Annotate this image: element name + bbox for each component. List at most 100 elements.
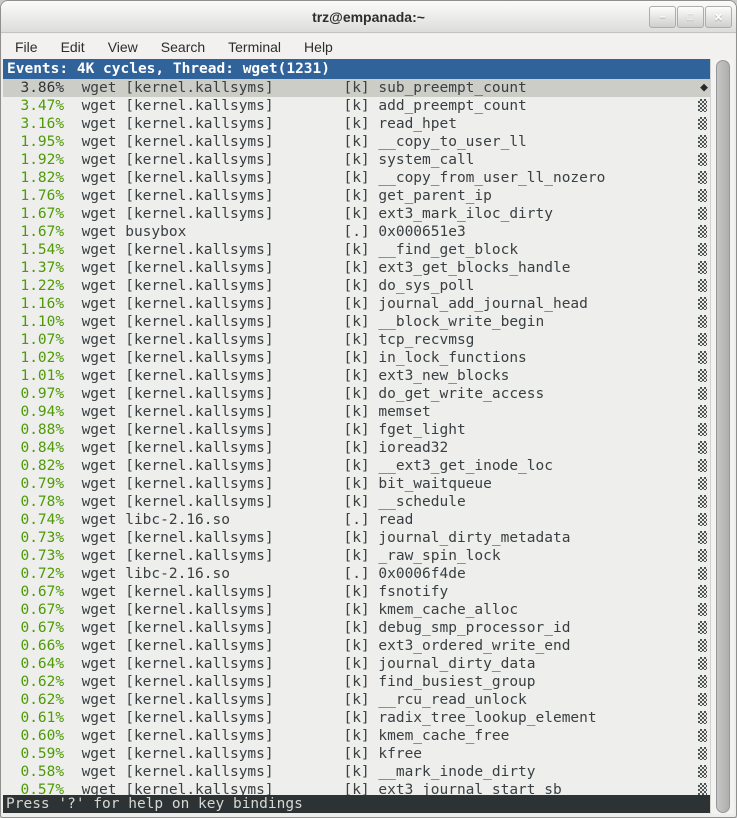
scrollbar-dither-icon (698, 621, 707, 634)
row-text: wget [kernel.kallsyms] [k] __ext3_get_in… (64, 458, 553, 474)
perf-row[interactable]: 0.58% wget [kernel.kallsyms] [k] __mark_… (3, 763, 710, 781)
overhead-percent: 0.59% (3, 746, 64, 762)
perf-row[interactable]: 1.54% wget [kernel.kallsyms] [k] __find_… (3, 241, 710, 259)
position-diamond-icon: ◆ (700, 79, 708, 97)
perf-row[interactable]: 0.60% wget [kernel.kallsyms] [k] kmem_ca… (3, 727, 710, 745)
scrollbar-dither-icon (698, 135, 707, 148)
scrollbar-dither-icon (698, 585, 707, 598)
menu-item-file[interactable]: File (6, 36, 47, 58)
scrollbar-dither-icon (698, 243, 707, 256)
scrollbar-thumb[interactable] (716, 60, 730, 813)
row-text: wget [kernel.kallsyms] [k] __schedule (64, 494, 466, 510)
perf-row[interactable]: 0.62% wget [kernel.kallsyms] [k] find_bu… (3, 673, 710, 691)
scrollbar-dither-icon (698, 405, 707, 418)
perf-row[interactable]: 1.02% wget [kernel.kallsyms] [k] in_lock… (3, 349, 710, 367)
scrollbar-dither-icon (698, 153, 707, 166)
perf-row[interactable]: 1.16% wget [kernel.kallsyms] [k] journal… (3, 295, 710, 313)
overhead-percent: 1.67% (3, 224, 64, 240)
menu-item-edit[interactable]: Edit (52, 36, 94, 58)
scrollbar-dither-icon (698, 711, 707, 724)
overhead-percent: 1.37% (3, 260, 64, 276)
perf-row[interactable]: 0.67% wget [kernel.kallsyms] [k] kmem_ca… (3, 601, 710, 619)
scrollbar-dither-icon (698, 693, 707, 706)
scrollbar-dither-icon (698, 441, 707, 454)
perf-row[interactable]: 1.67% wget busybox [.] 0x000651e3 (3, 223, 710, 241)
row-text: wget [kernel.kallsyms] [k] add_preempt_c… (64, 98, 527, 114)
perf-row[interactable]: 1.07% wget [kernel.kallsyms] [k] tcp_rec… (3, 331, 710, 349)
scrollbar-dither-icon (698, 333, 707, 346)
menu-item-search[interactable]: Search (152, 36, 214, 58)
overhead-percent: 0.79% (3, 476, 64, 492)
maximize-button[interactable]: □ (677, 6, 704, 28)
menu-item-help[interactable]: Help (295, 36, 342, 58)
perf-row[interactable]: 3.86% wget [kernel.kallsyms] [k] sub_pre… (3, 79, 710, 97)
perf-row[interactable]: 1.37% wget [kernel.kallsyms] [k] ext3_ge… (3, 259, 710, 277)
perf-row[interactable]: 1.82% wget [kernel.kallsyms] [k] __copy_… (3, 169, 710, 187)
scrollbar-dither-icon (698, 513, 707, 526)
perf-row[interactable]: 1.10% wget [kernel.kallsyms] [k] __block… (3, 313, 710, 331)
overhead-percent: 0.62% (3, 674, 64, 690)
scrollbar-dither-icon (698, 495, 707, 508)
perf-row[interactable]: 0.73% wget [kernel.kallsyms] [k] _raw_sp… (3, 547, 710, 565)
terminal-content[interactable]: Events: 4K cycles, Thread: wget(1231) 3.… (3, 59, 710, 814)
row-text: wget [kernel.kallsyms] [k] in_lock_funct… (64, 350, 527, 366)
scrollbar-dither-icon (698, 477, 707, 490)
scrollbar-track[interactable] (710, 59, 734, 814)
perf-row[interactable]: 0.88% wget [kernel.kallsyms] [k] fget_li… (3, 421, 710, 439)
row-text: wget [kernel.kallsyms] [k] __block_write… (64, 314, 544, 330)
menu-item-terminal[interactable]: Terminal (219, 36, 290, 58)
overhead-percent: 1.07% (3, 332, 64, 348)
minimize-button[interactable]: – (649, 6, 676, 28)
scrollbar-dither-icon (698, 351, 707, 364)
perf-row[interactable]: 0.59% wget [kernel.kallsyms] [k] kfree (3, 745, 710, 763)
overhead-percent: 0.67% (3, 602, 64, 618)
row-text: wget [kernel.kallsyms] [k] tcp_recvmsg (64, 332, 474, 348)
perf-row[interactable]: 3.16% wget [kernel.kallsyms] [k] read_hp… (3, 115, 710, 133)
perf-row[interactable]: 0.84% wget [kernel.kallsyms] [k] ioread3… (3, 439, 710, 457)
perf-row[interactable]: 0.67% wget [kernel.kallsyms] [k] debug_s… (3, 619, 710, 637)
scrollbar-dither-icon (698, 207, 707, 220)
perf-row[interactable]: 0.82% wget [kernel.kallsyms] [k] __ext3_… (3, 457, 710, 475)
perf-row[interactable]: 3.47% wget [kernel.kallsyms] [k] add_pre… (3, 97, 710, 115)
titlebar[interactable]: trz@empanada:~ – □ ✕ (1, 1, 736, 33)
perf-row[interactable]: 0.67% wget [kernel.kallsyms] [k] fsnotif… (3, 583, 710, 601)
overhead-percent: 0.82% (3, 458, 64, 474)
close-button[interactable]: ✕ (705, 6, 732, 28)
scrollbar-dither-icon (698, 459, 707, 472)
perf-row[interactable]: 0.78% wget [kernel.kallsyms] [k] __sched… (3, 493, 710, 511)
perf-row[interactable]: 1.22% wget [kernel.kallsyms] [k] do_sys_… (3, 277, 710, 295)
perf-row[interactable]: 1.01% wget [kernel.kallsyms] [k] ext3_ne… (3, 367, 710, 385)
scrollbar-dither-icon (698, 99, 707, 112)
scrollbar-dither-icon (698, 549, 707, 562)
status-bar: Press '?' for help on key bindings (3, 795, 710, 813)
perf-row[interactable]: 0.62% wget [kernel.kallsyms] [k] __rcu_r… (3, 691, 710, 709)
perf-row[interactable]: 0.73% wget [kernel.kallsyms] [k] journal… (3, 529, 710, 547)
perf-row[interactable]: 0.72% wget libc-2.16.so [.] 0x0006f4de (3, 565, 710, 583)
overhead-percent: 0.73% (3, 548, 64, 564)
menu-item-view[interactable]: View (99, 36, 147, 58)
overhead-percent: 1.54% (3, 242, 64, 258)
scrollbar-dither-icon (698, 657, 707, 670)
perf-row[interactable]: 0.74% wget libc-2.16.so [.] read (3, 511, 710, 529)
perf-row[interactable]: 1.76% wget [kernel.kallsyms] [k] get_par… (3, 187, 710, 205)
overhead-percent: 1.10% (3, 314, 64, 330)
overhead-percent: 0.84% (3, 440, 64, 456)
perf-row[interactable]: 0.97% wget [kernel.kallsyms] [k] do_get_… (3, 385, 710, 403)
overhead-percent: 0.97% (3, 386, 64, 402)
perf-row[interactable]: 1.92% wget [kernel.kallsyms] [k] system_… (3, 151, 710, 169)
scrollbar-dither-icon (698, 315, 707, 328)
row-text: wget [kernel.kallsyms] [k] __rcu_read_un… (64, 692, 527, 708)
perf-row[interactable]: 1.95% wget [kernel.kallsyms] [k] __copy_… (3, 133, 710, 151)
perf-row[interactable]: 0.61% wget [kernel.kallsyms] [k] radix_t… (3, 709, 710, 727)
perf-row[interactable]: 1.67% wget [kernel.kallsyms] [k] ext3_ma… (3, 205, 710, 223)
scrollbar-dither-icon (698, 729, 707, 742)
perf-row[interactable]: 0.79% wget [kernel.kallsyms] [k] bit_wai… (3, 475, 710, 493)
overhead-percent: 0.78% (3, 494, 64, 510)
scrollbar-dither-icon (698, 765, 707, 778)
row-text: wget [kernel.kallsyms] [k] sub_preempt_c… (64, 80, 527, 96)
row-text: wget [kernel.kallsyms] [k] ext3_mark_ilo… (64, 206, 553, 222)
perf-row[interactable]: 0.66% wget [kernel.kallsyms] [k] ext3_or… (3, 637, 710, 655)
perf-row[interactable]: 0.94% wget [kernel.kallsyms] [k] memset (3, 403, 710, 421)
scrollbar-dither-icon (698, 369, 707, 382)
perf-row[interactable]: 0.64% wget [kernel.kallsyms] [k] journal… (3, 655, 710, 673)
